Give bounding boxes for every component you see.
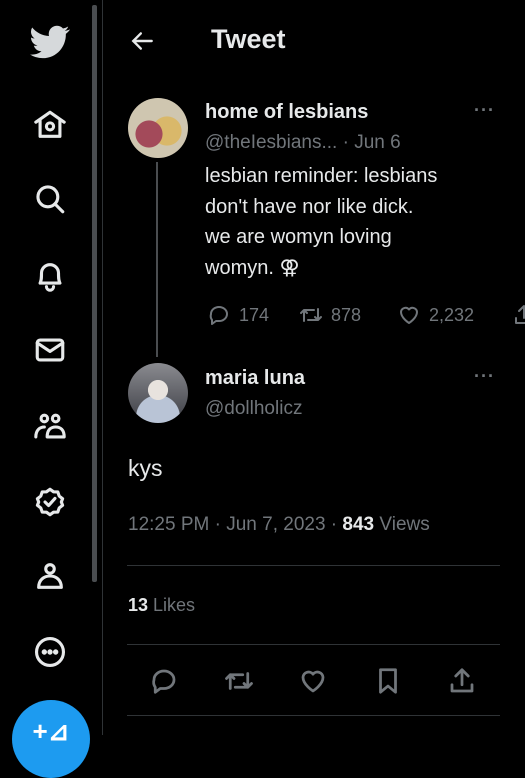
text-line: we are womyn loving <box>205 226 392 248</box>
verified-icon[interactable] <box>28 480 72 524</box>
more-icon[interactable] <box>28 630 72 674</box>
text-line: womyn. ⚢ <box>205 256 300 279</box>
search-icon[interactable] <box>28 177 72 221</box>
twitter-logo-icon[interactable] <box>28 20 72 64</box>
author-avatar[interactable] <box>128 363 188 423</box>
tweet-meta: 12:25 PM · Jun 7, 2023 · 843 Views <box>128 514 430 536</box>
retweet-count: 878 <box>331 304 362 325</box>
compose-icon: +⊿ <box>32 716 70 746</box>
reply-icon <box>152 669 176 694</box>
like-count: 2,232 <box>429 304 475 325</box>
share-button[interactable] <box>447 666 477 696</box>
divider <box>127 644 500 645</box>
page-title: Tweet <box>211 24 286 54</box>
reply-icon <box>209 306 228 325</box>
communities-icon[interactable] <box>28 405 72 449</box>
share-icon <box>450 668 474 693</box>
divider <box>127 715 500 716</box>
parent-tweet-text: lesbian reminder: lesbians don't have no… <box>205 161 437 283</box>
likes-label: Likes <box>148 595 196 615</box>
views-count: 843 <box>342 514 375 535</box>
heart-icon <box>301 670 325 693</box>
like-button[interactable] <box>298 666 328 696</box>
retweet-button[interactable] <box>224 666 254 696</box>
back-button[interactable] <box>130 28 156 54</box>
share-icon <box>515 305 525 324</box>
parent-meta: @theIesbians... · Jun 6 <box>205 132 401 154</box>
parent-date[interactable]: · Jun 6 <box>343 132 401 153</box>
mail-icon[interactable] <box>28 328 72 372</box>
retweet-icon <box>225 672 253 690</box>
likes-count: 13 <box>128 595 149 615</box>
views-label: Views <box>374 514 430 535</box>
back-arrow-icon <box>131 32 153 50</box>
parent-avatar[interactable] <box>128 98 188 158</box>
tweet-timestamp[interactable]: 12:25 PM · Jun 7, 2023 · <box>128 514 342 535</box>
tweet-text: kys <box>128 455 163 481</box>
bookmark-icon <box>379 668 397 694</box>
parent-handle[interactable]: @theIesbians... <box>205 132 337 153</box>
thread-line <box>156 162 158 357</box>
text-line: don't have nor like dick. <box>205 195 414 218</box>
parent-more-icon[interactable]: ··· <box>474 100 495 121</box>
author-handle[interactable]: @dollholicz <box>205 398 302 420</box>
retweet-icon <box>300 308 322 322</box>
home-icon[interactable] <box>28 103 72 147</box>
scrollbar[interactable] <box>92 5 97 582</box>
reply-button[interactable] <box>149 666 179 696</box>
divider <box>102 0 103 735</box>
parent-like-button[interactable]: 2,232 <box>397 303 474 327</box>
parent-author-name[interactable]: home of lesbians <box>205 101 368 124</box>
parent-share-button[interactable] <box>512 303 525 327</box>
parent-retweet-button[interactable]: 878 <box>299 303 361 327</box>
bookmark-button[interactable] <box>373 666 403 696</box>
heart-icon <box>400 306 418 324</box>
tweet-more-icon[interactable]: ··· <box>474 366 495 387</box>
likes-link[interactable]: 13 Likes <box>128 595 195 616</box>
compose-tweet-button[interactable]: +⊿ <box>12 700 90 778</box>
divider <box>127 565 500 566</box>
profile-icon[interactable] <box>28 554 72 598</box>
bell-icon[interactable] <box>28 254 72 298</box>
parent-reply-button[interactable]: 174 <box>207 303 269 327</box>
reply-count: 174 <box>239 304 270 325</box>
text-line: lesbian reminder: lesbians <box>205 165 438 187</box>
author-name[interactable]: maria luna <box>205 367 305 390</box>
